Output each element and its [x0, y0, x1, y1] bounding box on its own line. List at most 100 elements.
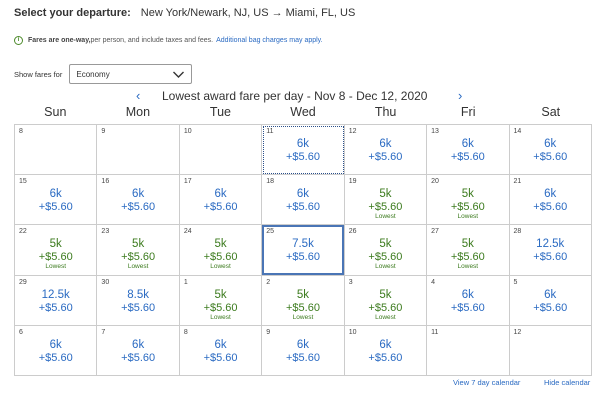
tax-fee: +$5.60 — [121, 301, 156, 314]
miles-price: 5k — [49, 238, 62, 251]
tax-fee: +$5.60 — [533, 151, 568, 163]
calendar-day-cell[interactable]: 22 5k +$5.60 Lowest — [15, 225, 98, 276]
tax-fee: +$5.60 — [286, 251, 320, 264]
tax-fee: +$5.60 — [203, 251, 238, 264]
miles-price: 6k — [49, 188, 62, 201]
weekday-wed: Wed — [290, 105, 316, 119]
day-number: 5 — [513, 278, 518, 286]
calendar-day-cell[interactable]: 21 6k +$5.60 — [509, 175, 592, 226]
calendar-day-cell[interactable]: 9 6k +$5.60 — [262, 325, 345, 376]
day-number: 2 — [266, 278, 271, 286]
day-number: 11 — [431, 328, 439, 336]
fare-info-text: per person, and include taxes and fees. — [90, 36, 214, 44]
calendar-day-cell[interactable]: 11 — [427, 325, 510, 376]
calendar-day-cell[interactable]: 29 12.5k +$5.60 — [15, 275, 98, 326]
fare-class-row: Show fares for Economy — [14, 64, 193, 84]
calendar-day-cell[interactable]: 7 6k +$5.60 — [97, 325, 180, 376]
next-arrow-icon[interactable]: › — [458, 88, 462, 103]
tax-fee: +$5.60 — [368, 351, 403, 364]
day-number: 12 — [513, 328, 522, 336]
day-number: 6 — [19, 328, 23, 336]
calendar-day-cell[interactable]: 17 6k +$5.60 — [179, 175, 263, 226]
tax-fee: +$5.60 — [203, 201, 238, 214]
lowest-badge: Lowest — [210, 313, 231, 321]
calendar-day-cell[interactable]: 15 6k +$5.60 — [15, 175, 98, 226]
day-number: 4 — [431, 278, 436, 286]
calendar-day-cell[interactable]: 4 6k +$5.60 — [427, 275, 510, 326]
fare-calendar: 8 9 10 11 6k +$5.60 12 6k +$5.60 13 6k +$5.60 14 6k +$… — [14, 124, 592, 376]
calendar-day-cell[interactable]: 19 5k +$5.60 Lowest — [344, 175, 428, 226]
calendar-day-cell[interactable]: 27 5k +$5.60 Lowest — [427, 225, 510, 276]
bag-charges-link[interactable]: Additional bag charges may apply. — [216, 37, 323, 44]
calendar-day-cell[interactable]: 10 6k +$5.60 — [344, 325, 428, 376]
departure-label: Select your departure: — [14, 7, 131, 19]
lowest-badge: Lowest — [375, 213, 396, 221]
calendar-day-cell[interactable]: 26 5k +$5.60 Lowest — [344, 225, 428, 276]
miles-price: 7.5k — [292, 238, 314, 251]
calendar-day-cell[interactable]: 28 12.5k +$5.60 — [509, 225, 592, 276]
miles-price: 5k — [214, 288, 227, 301]
calendar-day-cell[interactable]: 2 5k +$5.60 Lowest — [262, 275, 345, 326]
tax-fee: +$5.60 — [203, 351, 238, 364]
tax-fee: +$5.60 — [38, 251, 73, 264]
miles-price: 5k — [379, 188, 392, 201]
tax-fee: +$5.60 — [121, 351, 156, 364]
miles-price: 6k — [214, 188, 227, 201]
day-number: 9 — [266, 328, 271, 336]
day-number: 8 — [19, 128, 23, 135]
calendar-day-cell[interactable]: 8 6k +$5.60 — [179, 325, 263, 376]
day-number: 28 — [513, 228, 522, 236]
weekday-fri: Fri — [460, 105, 476, 119]
day-number: 10 — [348, 328, 357, 336]
miles-price: 6k — [214, 338, 227, 351]
day-number: 24 — [183, 228, 192, 236]
calendar-day-cell[interactable]: 24 5k +$5.60 Lowest — [179, 225, 263, 276]
calendar-day-cell[interactable]: 1 5k +$5.60 Lowest — [179, 275, 263, 326]
prev-arrow-icon[interactable]: ‹ — [136, 88, 140, 103]
miles-price: 12.5k — [41, 288, 70, 301]
day-number: 21 — [513, 178, 522, 186]
miles-price: 6k — [49, 338, 62, 351]
miles-price: 5k — [214, 238, 227, 251]
calendar-day-cell[interactable]: 20 5k +$5.60 Lowest — [427, 175, 510, 226]
calendar-day-cell[interactable]: 12 — [509, 325, 592, 376]
calendar-day-cell[interactable]: 13 6k +$5.60 — [427, 125, 510, 176]
view-7-day-calendar-link[interactable]: View 7 day calendar — [453, 378, 520, 387]
miles-price: 5k — [461, 238, 474, 251]
tax-fee: +$5.60 — [286, 301, 320, 314]
tax-fee: +$5.60 — [533, 251, 568, 264]
hide-calendar-link[interactable]: Hide calendar — [544, 378, 590, 387]
miles-price: 5k — [461, 188, 474, 201]
calendar-week: 15 6k +$5.60 16 6k +$5.60 17 6k +$5.60 18 6k +$5.60… — [15, 175, 592, 226]
miles-price: 5k — [379, 288, 392, 301]
calendar-day-cell[interactable]: 12 6k +$5.60 — [344, 125, 428, 176]
calendar-day-cell[interactable]: 23 5k +$5.60 Lowest — [97, 225, 180, 276]
tax-fee: +$5.60 — [368, 251, 403, 264]
calendar-nav: ‹ Lowest award fare per day - Nov 8 - De… — [0, 88, 600, 104]
day-number: 16 — [101, 178, 110, 186]
calendar-day-cell[interactable]: 3 5k +$5.60 Lowest — [344, 275, 428, 326]
calendar-day-cell[interactable]: 14 6k +$5.60 — [509, 125, 592, 176]
calendar-day-cell[interactable]: 9 — [97, 125, 180, 176]
calendar-day-cell[interactable]: 11 6k +$5.60 — [262, 125, 345, 176]
lowest-badge: Lowest — [457, 263, 479, 271]
miles-price: 6k — [544, 138, 557, 150]
miles-price: 6k — [296, 188, 310, 201]
departure-header: Select your departure: New York/Newark, … — [14, 5, 355, 21]
calendar-day-cell[interactable]: 10 — [179, 125, 263, 176]
calendar-day-cell[interactable]: 30 8.5k +$5.60 — [97, 275, 180, 326]
day-number: 19 — [348, 178, 357, 186]
calendar-day-cell[interactable]: 5 6k +$5.60 — [509, 275, 592, 326]
miles-price: 6k — [132, 338, 145, 351]
tax-fee: +$5.60 — [121, 251, 156, 264]
calendar-week: 22 5k +$5.60 Lowest 23 5k +$5.60 Lowest 24 5k +$5.… — [15, 225, 592, 276]
calendar-day-cell[interactable]: 16 6k +$5.60 — [97, 175, 180, 226]
calendar-day-cell[interactable]: 8 — [15, 125, 98, 176]
calendar-day-cell[interactable]: 18 6k +$5.60 — [262, 175, 345, 226]
calendar-day-cell[interactable]: 25 7.5k +$5.60 — [262, 225, 345, 276]
day-number: 17 — [183, 178, 192, 186]
fare-class-select[interactable]: Economy — [69, 64, 193, 84]
calendar-day-cell[interactable]: 6 6k +$5.60 — [15, 325, 98, 376]
chevron-down-icon — [173, 71, 185, 78]
miles-price: 6k — [544, 188, 557, 201]
